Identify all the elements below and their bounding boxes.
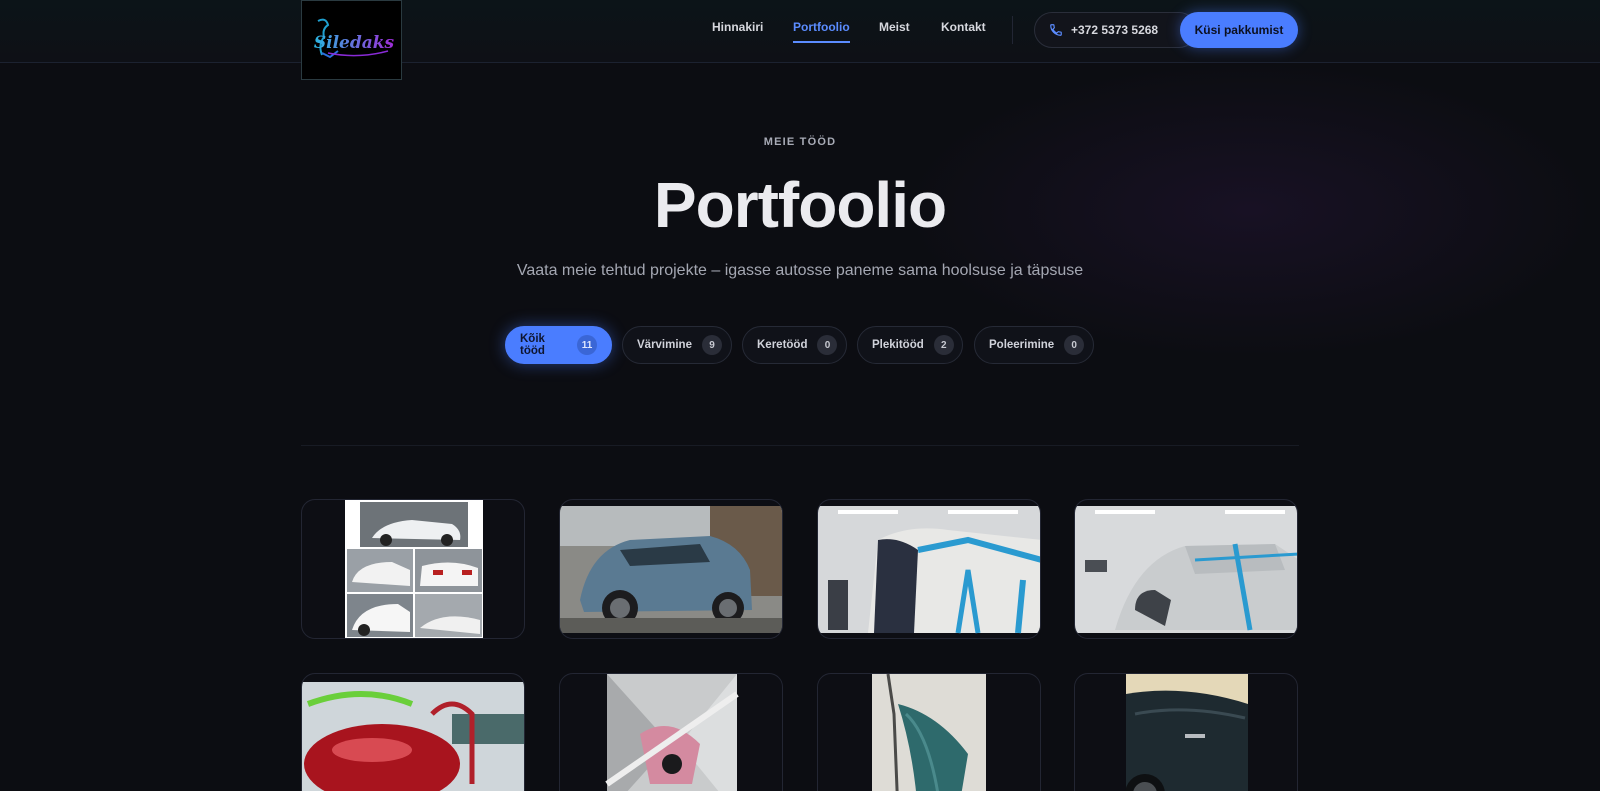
- header-divider: [1012, 16, 1013, 44]
- filter-painting[interactable]: Värvimine 9: [622, 326, 732, 364]
- phone-number: +372 5373 5268: [1071, 23, 1159, 37]
- filter-label: Keretööd: [757, 339, 808, 351]
- request-quote-button[interactable]: Küsi pakkumist: [1180, 12, 1298, 48]
- portfolio-image-bmw-collage: [345, 500, 483, 638]
- filter-all[interactable]: Kõik tööd 11: [505, 326, 612, 364]
- svg-text:Siledaks: Siledaks: [313, 33, 394, 53]
- portfolio-image-red-part: [302, 682, 524, 791]
- filter-polishing[interactable]: Poleerimine 0: [974, 326, 1094, 364]
- portfolio-item[interactable]: [301, 673, 525, 791]
- portfolio-image-dark-car-door: [1125, 674, 1248, 791]
- filter-count: 0: [817, 335, 838, 355]
- filter-label: Plekitööd: [872, 339, 924, 351]
- portfolio-item[interactable]: [1074, 499, 1298, 639]
- site-logo[interactable]: Siledaks: [301, 0, 402, 80]
- nav-hinnakiri[interactable]: Hinnakiri: [712, 20, 763, 34]
- portfolio-image-blue-suv: [560, 506, 782, 633]
- filter-count: 0: [1064, 335, 1085, 355]
- portfolio-item[interactable]: [1074, 673, 1298, 791]
- portfolio-item[interactable]: [817, 499, 1041, 639]
- portfolio-item[interactable]: [559, 673, 783, 791]
- portfolio-image-masked-car-2: [1075, 506, 1297, 633]
- filter-label: Värvimine: [637, 339, 692, 351]
- filter-bodywork[interactable]: Keretööd 0: [742, 326, 847, 364]
- phone-button[interactable]: +372 5373 5268: [1034, 12, 1197, 48]
- site-header: Siledaks Hinnakiri Portfoolio Meist Kont…: [0, 0, 1600, 80]
- portfolio-item[interactable]: [301, 499, 525, 639]
- portfolio-item[interactable]: [817, 673, 1041, 791]
- filter-count: 2: [933, 335, 954, 355]
- nav-kontakt[interactable]: Kontakt: [941, 20, 986, 34]
- page-subtitle: Vaata meie tehtud projekte – igasse auto…: [516, 262, 1084, 279]
- filter-label: Poleerimine: [989, 339, 1055, 351]
- page-title: Portfoolio: [653, 169, 947, 241]
- phone-icon: [1050, 24, 1062, 36]
- filter-label: Kõik tööd: [520, 333, 545, 357]
- section-divider: [301, 445, 1299, 446]
- portfolio-item[interactable]: [559, 499, 783, 639]
- portfolio-image-spoiler: [872, 674, 986, 791]
- logo-graphic: Siledaks: [313, 18, 394, 59]
- nav-portfoolio[interactable]: Portfoolio: [793, 20, 850, 43]
- portfolio-image-masked-car-1: [818, 506, 1040, 634]
- nav-meist[interactable]: Meist: [879, 20, 910, 34]
- filter-count: 11: [577, 335, 597, 355]
- section-eyebrow: MEIE TÖÖD: [763, 136, 837, 148]
- portfolio-image-pink-caliper: [605, 674, 739, 791]
- filter-count: 9: [701, 335, 722, 355]
- filter-panelwork[interactable]: Plekitööd 2: [857, 326, 963, 364]
